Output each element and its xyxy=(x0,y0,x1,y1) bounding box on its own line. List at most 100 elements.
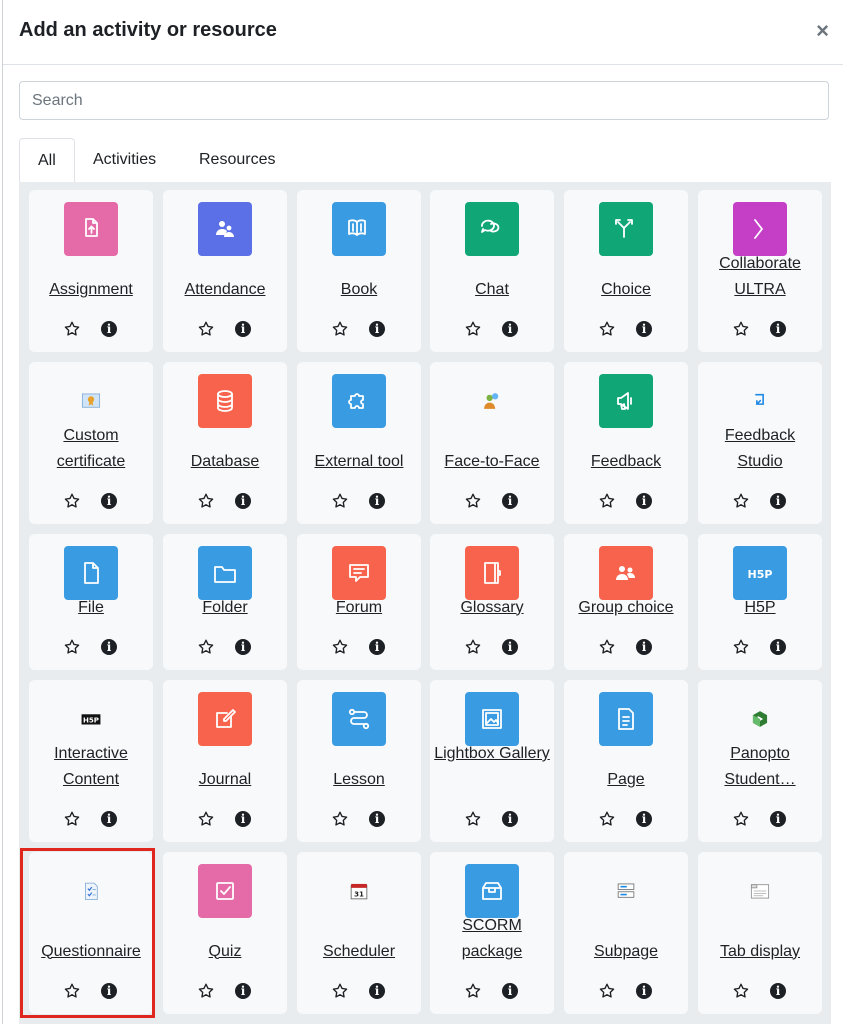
activity-card-questionnaire[interactable]: Questionnaire i xyxy=(29,852,153,1014)
star-icon[interactable] xyxy=(598,320,616,338)
activity-card-lesson[interactable]: Lesson i xyxy=(297,680,421,842)
star-icon[interactable] xyxy=(464,638,482,656)
star-icon[interactable] xyxy=(63,810,81,828)
star-icon[interactable] xyxy=(63,320,81,338)
activity-name-link[interactable]: Lightbox Gallery xyxy=(434,741,550,767)
activity-card-journal[interactable]: Journal i xyxy=(163,680,287,842)
info-icon[interactable]: i xyxy=(636,321,652,337)
activity-card-h5p[interactable]: H5P H5P i xyxy=(698,534,822,670)
info-icon[interactable]: i xyxy=(502,493,518,509)
activity-name-link[interactable]: Subpage xyxy=(568,939,684,965)
info-icon[interactable]: i xyxy=(101,811,117,827)
activity-name-link[interactable]: Scheduler xyxy=(301,939,417,965)
info-icon[interactable]: i xyxy=(636,639,652,655)
search-input[interactable] xyxy=(19,81,829,120)
tab-activities[interactable]: Activities xyxy=(75,138,174,182)
star-icon[interactable] xyxy=(732,492,750,510)
info-icon[interactable]: i xyxy=(101,983,117,999)
activity-name-link[interactable]: Book xyxy=(301,277,417,303)
star-icon[interactable] xyxy=(331,982,349,1000)
info-icon[interactable]: i xyxy=(235,321,251,337)
star-icon[interactable] xyxy=(63,638,81,656)
activity-name-link[interactable]: Assignment xyxy=(33,277,149,303)
activity-name-link[interactable]: External tool xyxy=(301,449,417,475)
activity-name-link[interactable]: Group choice xyxy=(568,595,684,621)
info-icon[interactable]: i xyxy=(502,639,518,655)
star-icon[interactable] xyxy=(63,492,81,510)
star-icon[interactable] xyxy=(732,638,750,656)
activity-card-feedback-studio[interactable]: Feedback Studio i xyxy=(698,362,822,524)
activity-name-link[interactable]: Tab display xyxy=(702,939,818,965)
star-icon[interactable] xyxy=(732,320,750,338)
tab-all[interactable]: All xyxy=(19,138,75,183)
info-icon[interactable]: i xyxy=(369,639,385,655)
activity-name-link[interactable]: File xyxy=(33,595,149,621)
activity-card-scheduler[interactable]: 31 Scheduler i xyxy=(297,852,421,1014)
info-icon[interactable]: i xyxy=(770,811,786,827)
info-icon[interactable]: i xyxy=(770,493,786,509)
info-icon[interactable]: i xyxy=(369,983,385,999)
star-icon[interactable] xyxy=(197,638,215,656)
activity-card-book[interactable]: Book i xyxy=(297,190,421,352)
activity-name-link[interactable]: Lesson xyxy=(301,767,417,793)
activity-card-group-choice[interactable]: Group choice i xyxy=(564,534,688,670)
activity-name-link[interactable]: SCORM package xyxy=(434,913,550,964)
star-icon[interactable] xyxy=(464,810,482,828)
info-icon[interactable]: i xyxy=(502,321,518,337)
activity-name-link[interactable]: Collaborate ULTRA xyxy=(702,251,818,302)
activity-name-link[interactable]: Attendance xyxy=(167,277,283,303)
star-icon[interactable] xyxy=(464,320,482,338)
info-icon[interactable]: i xyxy=(235,639,251,655)
activity-card-lightbox-gallery[interactable]: Lightbox Gallery i xyxy=(430,680,554,842)
info-icon[interactable]: i xyxy=(502,983,518,999)
star-icon[interactable] xyxy=(331,638,349,656)
activity-card-folder[interactable]: Folder i xyxy=(163,534,287,670)
activity-name-link[interactable]: Custom certificate xyxy=(33,423,149,474)
activity-card-face-to-face[interactable]: Face-to-Face i xyxy=(430,362,554,524)
star-icon[interactable] xyxy=(598,982,616,1000)
star-icon[interactable] xyxy=(197,982,215,1000)
activity-card-assignment[interactable]: Assignment i xyxy=(29,190,153,352)
info-icon[interactable]: i xyxy=(502,811,518,827)
info-icon[interactable]: i xyxy=(369,493,385,509)
activity-name-link[interactable]: Questionnaire xyxy=(33,939,149,965)
info-icon[interactable]: i xyxy=(636,983,652,999)
star-icon[interactable] xyxy=(197,320,215,338)
activity-card-custom-certificate[interactable]: Custom certificate i xyxy=(29,362,153,524)
activity-card-choice[interactable]: Choice i xyxy=(564,190,688,352)
star-icon[interactable] xyxy=(197,810,215,828)
activity-card-glossary[interactable]: Glossary i xyxy=(430,534,554,670)
activity-name-link[interactable]: Chat xyxy=(434,277,550,303)
activity-name-link[interactable]: Feedback xyxy=(568,449,684,475)
activity-card-external-tool[interactable]: External tool i xyxy=(297,362,421,524)
activity-card-interactive-content[interactable]: H5P Interactive Content i xyxy=(29,680,153,842)
activity-card-chat[interactable]: Chat i xyxy=(430,190,554,352)
activity-name-link[interactable]: Feedback Studio xyxy=(702,423,818,474)
star-icon[interactable] xyxy=(598,492,616,510)
star-icon[interactable] xyxy=(732,982,750,1000)
activity-name-link[interactable]: Page xyxy=(568,767,684,793)
star-icon[interactable] xyxy=(63,982,81,1000)
activity-name-link[interactable]: Glossary xyxy=(434,595,550,621)
activity-card-database[interactable]: Database i xyxy=(163,362,287,524)
star-icon[interactable] xyxy=(331,492,349,510)
activity-card-tab-display[interactable]: Tab display i xyxy=(698,852,822,1014)
activity-card-file[interactable]: File i xyxy=(29,534,153,670)
info-icon[interactable]: i xyxy=(636,811,652,827)
activity-name-link[interactable]: Forum xyxy=(301,595,417,621)
star-icon[interactable] xyxy=(197,492,215,510)
star-icon[interactable] xyxy=(464,982,482,1000)
activity-name-link[interactable]: Face-to-Face xyxy=(434,449,550,475)
info-icon[interactable]: i xyxy=(369,811,385,827)
info-icon[interactable]: i xyxy=(101,493,117,509)
activity-name-link[interactable]: Panopto Student… xyxy=(702,741,818,792)
info-icon[interactable]: i xyxy=(235,983,251,999)
activity-card-forum[interactable]: Forum i xyxy=(297,534,421,670)
tab-resources[interactable]: Resources xyxy=(181,138,293,182)
star-icon[interactable] xyxy=(464,492,482,510)
star-icon[interactable] xyxy=(598,810,616,828)
activity-name-link[interactable]: Interactive Content xyxy=(33,741,149,792)
activity-card-scorm-package[interactable]: SCORM package i xyxy=(430,852,554,1014)
activity-card-quiz[interactable]: Quiz i xyxy=(163,852,287,1014)
info-icon[interactable]: i xyxy=(636,493,652,509)
